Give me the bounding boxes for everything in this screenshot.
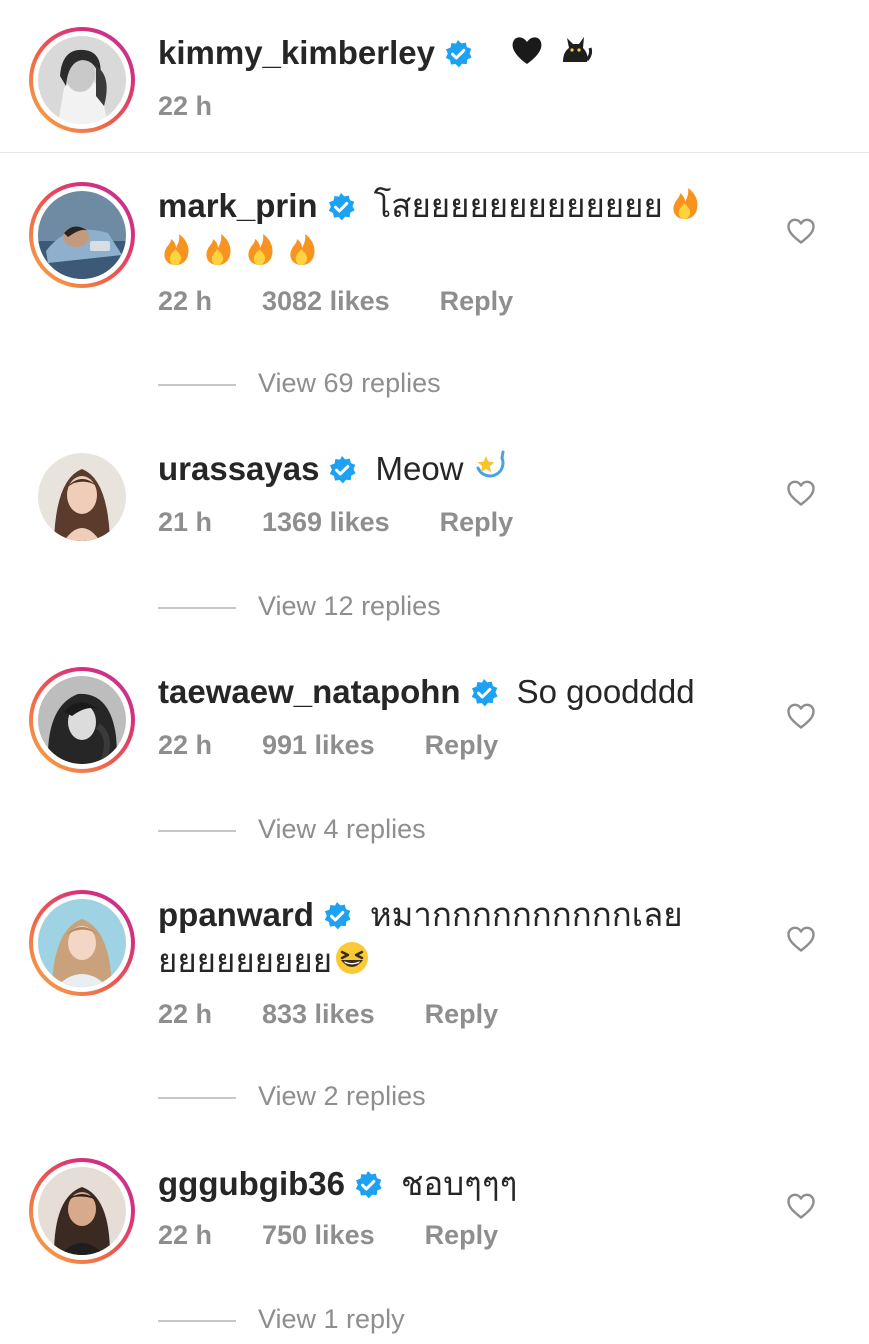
comment-meta: 22 h 3082 likes Reply [158,283,513,319]
heart-outline-icon[interactable] [786,702,816,730]
view-replies-button[interactable]: View 69 replies [158,365,441,401]
comment-timestamp: 21 h [158,507,213,537]
dizzy-star-icon [472,448,508,484]
comment-username[interactable]: urassayas [158,450,319,487]
view-replies-button[interactable]: View 4 replies [158,811,426,847]
reply-button[interactable]: Reply [440,504,514,540]
verified-badge-icon [322,901,352,931]
reply-button[interactable]: Reply [425,996,499,1032]
replies-divider [158,1319,236,1322]
comment-timestamp: 22 h [158,286,213,316]
view-replies-label: View 4 replies [258,814,426,844]
comment-meta: 21 h 1369 likes Reply [158,504,513,540]
fire-icon [158,231,194,267]
heart-outline-icon[interactable] [786,925,816,953]
reply-button[interactable]: Reply [425,1217,499,1253]
replies-divider [158,1096,236,1099]
comments-screen: kimmy_kimberley 22 h mark_prin โสยยยยยยยย… [0,0,869,1344]
heart-outline-icon[interactable] [786,217,816,245]
verified-badge-icon [326,192,356,222]
heart-outline-icon[interactable] [786,479,816,507]
comment-timestamp: 22 h [158,999,213,1029]
comment-line-1: taewaew_natapohn So goodddd [158,669,695,715]
comment-likes-count[interactable]: 3082 likes [262,283,390,319]
heart-outline-icon[interactable] [786,1192,816,1220]
view-replies-label: View 12 replies [258,591,441,621]
avatar[interactable] [29,27,135,133]
view-replies-button[interactable]: View 12 replies [158,588,441,624]
comment-username[interactable]: ppanward [158,896,314,933]
comment-line-1: mark_prin โสยยยยยยยยยยยยย [158,183,703,229]
grinning-squinting-face-icon [334,940,370,976]
caption-username[interactable]: kimmy_kimberley [158,34,435,71]
fire-icon [667,185,703,221]
comment-line-1: gggubgib36 ชอบๆๆๆ [158,1161,517,1207]
comment-username[interactable]: gggubgib36 [158,1165,345,1202]
comment-meta: 22 h 991 likes Reply [158,727,498,763]
comment-text: Meow [375,450,464,487]
avatar[interactable] [29,667,135,773]
comment-meta: 22 h 833 likes Reply [158,996,498,1032]
view-replies-label: View 1 reply [258,1304,405,1334]
avatar[interactable] [29,1158,135,1264]
replies-divider [158,606,236,609]
avatar[interactable] [29,890,135,996]
caption-meta: 22 h [158,88,262,124]
fire-icon [200,231,236,267]
fire-icon [242,231,278,267]
view-replies-button[interactable]: View 2 replies [158,1078,426,1114]
post-caption: kimmy_kimberley 22 h [0,0,869,153]
black-heart-icon [509,32,547,68]
comment-text: โสยยยยยยยยยยยยย [373,187,663,224]
avatar[interactable] [38,453,126,541]
replies-divider [158,383,236,386]
verified-badge-icon [443,39,473,69]
verified-badge-icon [353,1170,383,1200]
comment-likes-count[interactable]: 833 likes [262,996,375,1032]
verified-badge-icon [469,678,499,708]
caption-line: kimmy_kimberley [158,30,593,76]
comment-text-continued: ยยยยยยยยย [158,942,333,979]
comment-line-2: ยยยยยยยยย [158,938,370,984]
comment-username[interactable]: taewaew_natapohn [158,673,461,710]
comment-likes-count[interactable]: 750 likes [262,1217,375,1253]
view-replies-label: View 2 replies [258,1081,426,1111]
view-replies-button[interactable]: View 1 reply [158,1301,405,1337]
comment-username[interactable]: mark_prin [158,187,318,224]
comment-line-2 [158,229,320,275]
avatar[interactable] [29,182,135,288]
fire-icon [284,231,320,267]
reply-button[interactable]: Reply [425,727,499,763]
comment-timestamp: 22 h [158,730,213,760]
comment-line-1: ppanward หมากกกกกกกกกกเลย [158,892,683,938]
caption-timestamp: 22 h [158,91,213,121]
comment-meta: 22 h 750 likes Reply [158,1217,498,1253]
comment-likes-count[interactable]: 1369 likes [262,504,390,540]
view-replies-label: View 69 replies [258,368,441,398]
comment-timestamp: 22 h [158,1220,213,1250]
comment-text: So goodddd [516,673,695,710]
comment-likes-count[interactable]: 991 likes [262,727,375,763]
comment-text: หมากกกกกกกกกกเลย [369,896,683,933]
reply-button[interactable]: Reply [440,283,514,319]
verified-badge-icon [327,455,357,485]
replies-divider [158,829,236,832]
comment-text: ชอบๆๆๆ [400,1165,518,1202]
comment-line-1: urassayas Meow [158,446,508,492]
black-cat-icon [557,32,593,68]
